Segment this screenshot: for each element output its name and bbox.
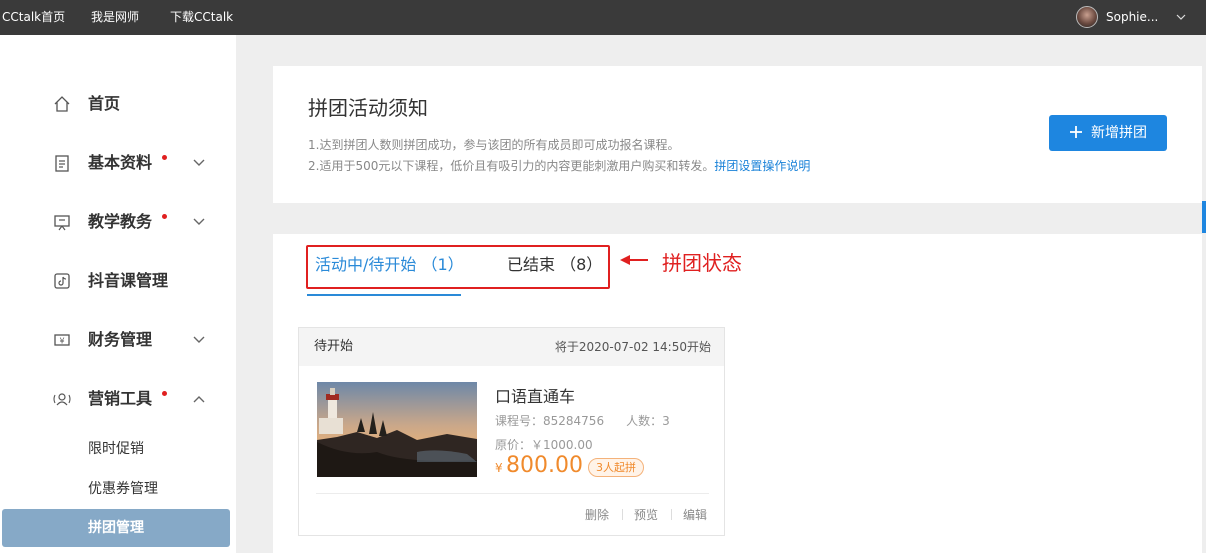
teaching-board-icon	[54, 215, 70, 231]
course-name: 口语直通车	[495, 387, 576, 406]
svg-text:¥: ¥	[59, 337, 64, 346]
annotation-label: 拼团状态	[662, 251, 742, 275]
marketing-user-icon	[53, 393, 71, 406]
group-price: 800.00	[506, 453, 583, 478]
user-menu[interactable]: Sophie...	[1076, 0, 1206, 35]
sidebar-subitem-coupons[interactable]: 优惠券管理	[0, 470, 236, 508]
tab-active-pending[interactable]: 活动中/待开始 （1）	[315, 251, 464, 275]
preview-button[interactable]: 预览	[634, 506, 658, 523]
notice-title: 拼团活动须知	[308, 96, 428, 120]
sidebar-subitem-label: 限时促销	[88, 441, 144, 457]
sidebar-item-label: 首页	[88, 94, 121, 113]
sidebar-item-marketing[interactable]: 营销工具	[0, 375, 236, 423]
profile-doc-icon	[55, 155, 69, 172]
edit-button[interactable]: 编辑	[683, 506, 707, 523]
action-separator	[622, 509, 623, 520]
status-badge: 待开始	[314, 339, 354, 354]
start-time: 将于2020-07-02 14:50开始	[554, 340, 711, 354]
sidebar-subitem-group-buy[interactable]: 拼团管理	[2, 509, 230, 547]
sidebar-item-douyin[interactable]: 抖音课管理	[0, 257, 236, 305]
home-icon	[54, 96, 70, 112]
setup-guide-link[interactable]: 拼团设置操作说明	[714, 159, 810, 173]
member-count: 人数：3	[626, 414, 670, 428]
tab-active-underline	[307, 294, 461, 296]
chevron-down-icon[interactable]	[1176, 12, 1186, 22]
group-buy-card-header: 待开始 将于2020-07-02 14:50开始	[299, 328, 724, 366]
sidebar-item-finance[interactable]: ¥ 财务管理	[0, 316, 236, 364]
notice-rule-2-text: 2.适用于500元以下课程，低价且有吸引力的内容更能刺激用户购买和转发。	[308, 159, 715, 173]
sidebar-item-label: 抖音课管理	[88, 271, 169, 290]
course-meta: 课程号：85284756 人数：3	[495, 412, 670, 429]
sidebar: 首页 基本资料 教学教务 抖音课管理 ¥ 财务管理 营销工具 限时促销 优惠券管…	[0, 35, 236, 553]
tab-ended[interactable]: 已结束 （8）	[507, 251, 602, 275]
sidebar-subitem-label: 拼团管理	[88, 520, 144, 536]
sidebar-item-label: 基本资料	[88, 153, 153, 172]
finance-yen-icon: ¥	[54, 334, 70, 346]
nav-link-teacher[interactable]: 我是网师	[91, 0, 139, 35]
chevron-down-icon[interactable]	[192, 157, 206, 169]
course-id: 课程号：85284756	[495, 414, 605, 428]
top-bar: CCtalk首页 我是网师 下载CCtalk Sophie...	[0, 0, 1206, 35]
chevron-down-icon[interactable]	[192, 216, 206, 228]
course-thumbnail-image	[317, 382, 477, 477]
notice-card: 拼团活动须知 1.达到拼团人数则拼团成功，参与该团的所有成员即可成功报名课程。 …	[273, 66, 1202, 203]
add-group-buy-button[interactable]: 新增拼团	[1049, 115, 1167, 151]
annotation-arrow-icon	[620, 255, 648, 265]
sidebar-subitem-flash-sale[interactable]: 限时促销	[0, 430, 236, 468]
tiktok-icon	[54, 273, 70, 289]
currency-symbol: ¥	[495, 461, 503, 475]
nav-link-cctalk-home[interactable]: CCtalk首页	[2, 0, 65, 35]
notification-dot	[162, 214, 167, 219]
sidebar-subitem-label: 优惠券管理	[88, 481, 158, 497]
add-group-buy-label: 新增拼团	[1091, 125, 1147, 141]
sidebar-item-basic-info[interactable]: 基本资料	[0, 139, 236, 187]
plus-icon	[1070, 126, 1082, 138]
action-separator	[671, 509, 672, 520]
notice-rule-1: 1.达到拼团人数则拼团成功，参与该团的所有成员即可成功报名课程。	[308, 138, 680, 152]
user-name[interactable]: Sophie...	[1106, 0, 1158, 35]
original-price: 原价：￥1000.00	[495, 438, 593, 452]
sidebar-item-teaching[interactable]: 教学教务	[0, 198, 236, 246]
group-buy-card: 待开始 将于2020-07-02 14:50开始 口语直通车 课程号：85284…	[298, 327, 725, 536]
nav-link-download[interactable]: 下载CCtalk	[170, 0, 233, 35]
sidebar-item-label: 教学教务	[88, 212, 153, 231]
chevron-up-icon[interactable]	[192, 393, 206, 405]
sidebar-item-home[interactable]: 首页	[0, 80, 236, 128]
min-members-badge: 3人起拼	[588, 458, 644, 477]
sidebar-item-label: 财务管理	[88, 330, 153, 349]
scroll-indicator	[1202, 201, 1206, 233]
card-divider	[316, 493, 709, 494]
sidebar-item-label: 营销工具	[88, 389, 153, 408]
avatar[interactable]	[1076, 6, 1098, 28]
group-buy-list-panel: 活动中/待开始 （1） 已结束 （8） 拼团状态 待开始 将于2020-07-0…	[273, 234, 1202, 553]
notice-rule-2: 2.适用于500元以下课程，低价且有吸引力的内容更能刺激用户购买和转发。拼团设置…	[308, 157, 810, 174]
notification-dot	[162, 391, 167, 396]
chevron-down-icon[interactable]	[192, 334, 206, 346]
notification-dot	[162, 155, 167, 160]
delete-button[interactable]: 删除	[585, 506, 609, 523]
